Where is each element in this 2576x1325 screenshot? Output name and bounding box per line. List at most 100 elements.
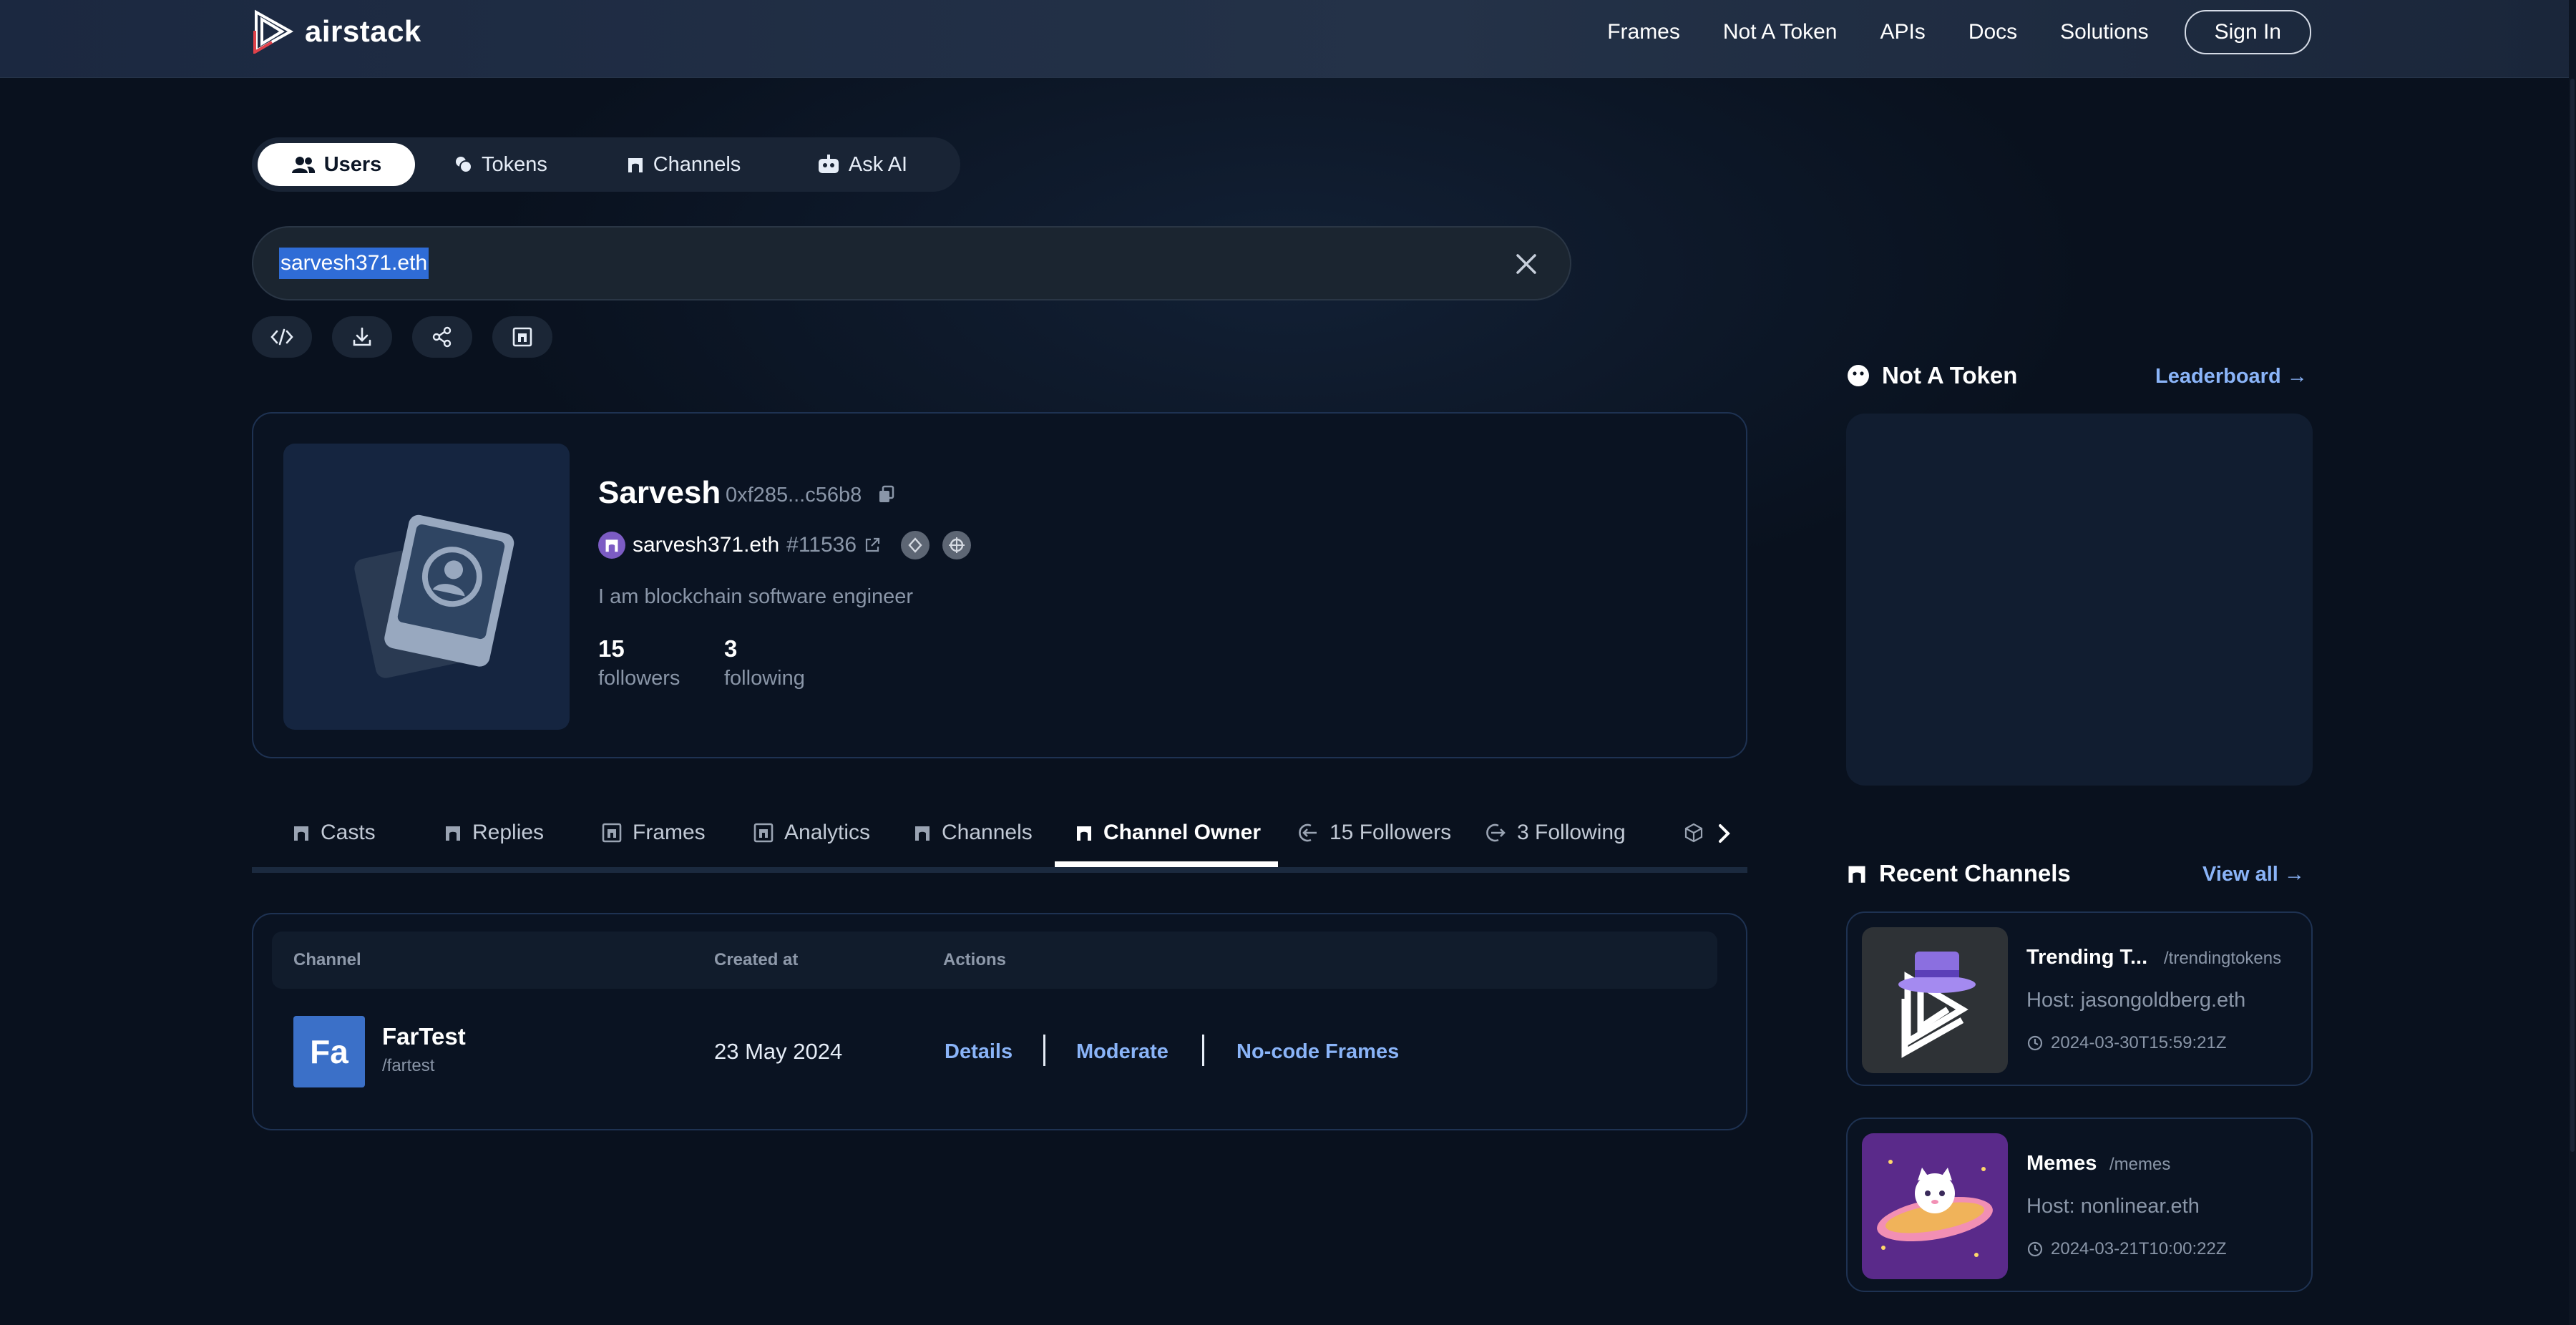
close-icon[interactable] [1511, 249, 1541, 279]
tab-analytics[interactable]: Analytics [753, 817, 870, 849]
tab-channels[interactable]: Channels [913, 817, 1033, 849]
tab-following[interactable]: 3 Following [1484, 817, 1626, 849]
external-link-icon[interactable] [864, 537, 881, 554]
tab-channel-owner-label: Channel Owner [1103, 821, 1262, 844]
farcaster-icon [1848, 866, 1865, 883]
chevron-right-icon[interactable] [1714, 823, 1733, 844]
followers-label: followers [598, 667, 680, 690]
recent-channels-header: Recent Channels [1846, 860, 2071, 887]
tab-followers[interactable]: 15 Followers [1297, 817, 1451, 849]
leaderboard-link[interactable]: Leaderboard → [2155, 365, 2308, 388]
copy-icon[interactable] [877, 484, 896, 505]
frame-button[interactable] [492, 316, 552, 358]
view-all-link[interactable]: View all → [2202, 863, 2305, 886]
robot-icon [818, 155, 839, 173]
code-button[interactable] [252, 316, 312, 358]
channel-timestamp: 2024-03-21T10:00:22Z [2026, 1239, 2227, 1259]
channel-name: Trending T... [2026, 946, 2148, 969]
nav-link-apis[interactable]: APIs [1880, 20, 1925, 44]
cube-icon [1684, 823, 1703, 843]
share-icon [432, 326, 452, 348]
nav-link-not-a-token[interactable]: Not A Token [1723, 20, 1838, 44]
farcaster-fid: #11536 [786, 533, 857, 557]
nav-link-docs[interactable]: Docs [1968, 20, 2017, 44]
recent-channel-card[interactable]: Trending T... /trendingtokens Host: jaso… [1846, 911, 2313, 1086]
details-link[interactable]: Details [945, 1040, 1013, 1064]
channel-timestamp: 2024-03-30T15:59:21Z [2026, 1033, 2227, 1053]
farcaster-handle[interactable]: sarvesh371.eth [633, 533, 779, 557]
header-actions: Actions [943, 950, 1007, 969]
channel-owner-table: Channel Created at Actions Fa FarTest /f… [252, 913, 1747, 1130]
brand-logo[interactable]: airstack [252, 9, 421, 54]
channel-slug: /memes [2109, 1155, 2171, 1174]
tab-following-label: 3 Following [1517, 821, 1626, 844]
wallet-address: 0xf285...c56b8 [726, 484, 862, 507]
channel-name[interactable]: FarTest [382, 1023, 466, 1050]
active-tab-indicator [1055, 861, 1278, 867]
followers-stat[interactable]: 15 followers [598, 635, 680, 690]
followers-count: 15 [598, 635, 625, 662]
frame-icon [602, 823, 622, 843]
header-created-at: Created at [714, 950, 799, 969]
download-icon [353, 327, 371, 346]
farcaster-icon [1077, 826, 1091, 841]
tab-casts[interactable]: Casts [292, 817, 376, 849]
channel-avatar: Fa [293, 1016, 365, 1087]
tab-frames-label: Frames [633, 821, 706, 844]
recent-channels-title: Recent Channels [1879, 860, 2071, 886]
page-scrollbar[interactable] [2569, 0, 2576, 1325]
following-stat[interactable]: 3 following [724, 635, 805, 690]
tab-tokens-label: Tokens [482, 152, 547, 176]
tab-more[interactable] [1683, 817, 1704, 849]
clock-icon [2027, 1035, 2043, 1051]
tab-users-label: Users [323, 152, 382, 176]
tab-channels[interactable]: Channels [587, 143, 780, 186]
tab-channels-label: Channels [653, 152, 741, 176]
tab-channels-label: Channels [942, 821, 1033, 844]
lens-icon[interactable] [901, 531, 930, 559]
share-button[interactable] [412, 316, 472, 358]
profile-section-tabs: Casts Replies Frames Analytics Channels … [252, 801, 1747, 873]
following-label: following [724, 667, 805, 690]
tab-ask-ai[interactable]: Ask AI [780, 143, 945, 186]
channel-timestamp-text: 2024-03-21T10:00:22Z [2051, 1239, 2227, 1258]
profile-name: Sarvesh [598, 475, 721, 510]
not-a-token-panel [1846, 414, 2313, 786]
channel-name: Memes [2026, 1152, 2097, 1175]
channel-host: Host: jasongoldberg.eth [2026, 989, 2246, 1012]
following-count: 3 [724, 635, 738, 662]
avatar [283, 444, 570, 730]
tab-frames[interactable]: Frames [601, 817, 706, 849]
tab-channel-owner[interactable]: Channel Owner [1075, 817, 1261, 849]
scrollbar-thumb[interactable] [2570, 79, 2575, 1152]
channel-slug: /trendingtokens [2164, 949, 2282, 968]
coins-icon [456, 157, 473, 173]
top-navbar: airstack Frames Not A Token APIs Docs So… [0, 0, 2576, 78]
moderate-link[interactable]: Moderate [1076, 1040, 1169, 1064]
channel-image [1862, 927, 2008, 1073]
no-code-frames-link[interactable]: No-code Frames [1236, 1040, 1399, 1064]
download-button[interactable] [332, 316, 392, 358]
smiley-icon [1848, 365, 1869, 386]
tab-replies[interactable]: Replies [444, 817, 544, 849]
farcaster-identity: sarvesh371.eth #11536 [598, 531, 972, 559]
tab-followers-label: 15 Followers [1330, 821, 1452, 844]
not-a-token-title: Not A Token [1882, 362, 2018, 388]
farcaster-icon [598, 532, 625, 559]
nav-link-frames[interactable]: Frames [1607, 20, 1680, 44]
farcaster-icon [628, 158, 643, 172]
channel-image [1862, 1133, 2008, 1279]
sign-in-button[interactable]: Sign In [2184, 10, 2311, 54]
tab-tokens[interactable]: Tokens [415, 143, 587, 186]
farcaster-icon [294, 826, 308, 841]
recent-channel-card[interactable]: Memes /memes Host: nonlinear.eth 2024-03… [1846, 1118, 2313, 1292]
airstack-logo-icon [253, 9, 294, 54]
search-input[interactable]: sarvesh371.eth [279, 248, 429, 279]
profile-bio: I am blockchain software engineer [598, 585, 914, 608]
channel-created-date: 23 May 2024 [714, 1039, 843, 1064]
tab-users[interactable]: Users [258, 143, 415, 186]
arrow-out-icon [1486, 823, 1506, 842]
xmtp-icon[interactable] [942, 531, 972, 559]
table-header: Channel Created at Actions [272, 932, 1717, 989]
nav-link-solutions[interactable]: Solutions [2060, 20, 2148, 44]
